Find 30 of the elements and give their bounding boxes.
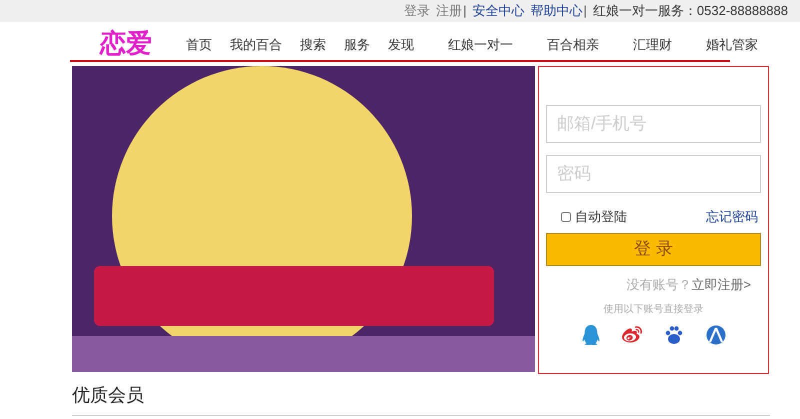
top-link[interactable]: 安全中心	[472, 1, 525, 21]
top-link[interactable]: 登录	[404, 1, 430, 21]
person-circle-icon[interactable]	[706, 325, 726, 345]
nav-link[interactable]: 汇理财	[633, 34, 672, 54]
section-title: 优质会员	[72, 385, 144, 405]
register-link[interactable]: 立即注册>	[691, 274, 751, 294]
forgot-password-link[interactable]: 忘记密码	[706, 207, 758, 226]
penguin-icon[interactable]	[582, 325, 600, 345]
no-account-text: 没有账号？	[626, 276, 692, 294]
weibo-icon[interactable]	[622, 325, 642, 345]
top-link[interactable]: 注册	[436, 1, 462, 21]
nav-link[interactable]: 搜索	[300, 34, 326, 54]
nav-link[interactable]: 百合相亲	[547, 34, 599, 54]
separator: |	[584, 2, 587, 20]
separator: |	[463, 2, 467, 20]
top-link[interactable]: 帮助中心	[530, 1, 583, 21]
nav-link[interactable]: 红娘一对一	[448, 34, 513, 54]
nav-link[interactable]: 我的百合	[230, 34, 282, 54]
paw-icon[interactable]	[664, 325, 684, 345]
banner-drawing[interactable]	[72, 66, 535, 372]
nav-link[interactable]: 发现	[388, 34, 414, 54]
nav-link[interactable]: 婚礼管家	[706, 34, 758, 54]
nav-link[interactable]: 服务	[344, 34, 370, 54]
login-button[interactable]: 登 录	[546, 232, 761, 266]
logo[interactable]: 恋爱	[100, 30, 152, 56]
social-login-hint: 使用以下账号直接登录	[602, 302, 704, 317]
hotline-text: 红娘一对一服务：0532-88888888	[592, 2, 788, 20]
auto-login-checkbox[interactable]	[561, 212, 571, 222]
auto-login-label: 自动登陆	[575, 208, 627, 226]
nav-link[interactable]: 首页	[186, 34, 212, 54]
